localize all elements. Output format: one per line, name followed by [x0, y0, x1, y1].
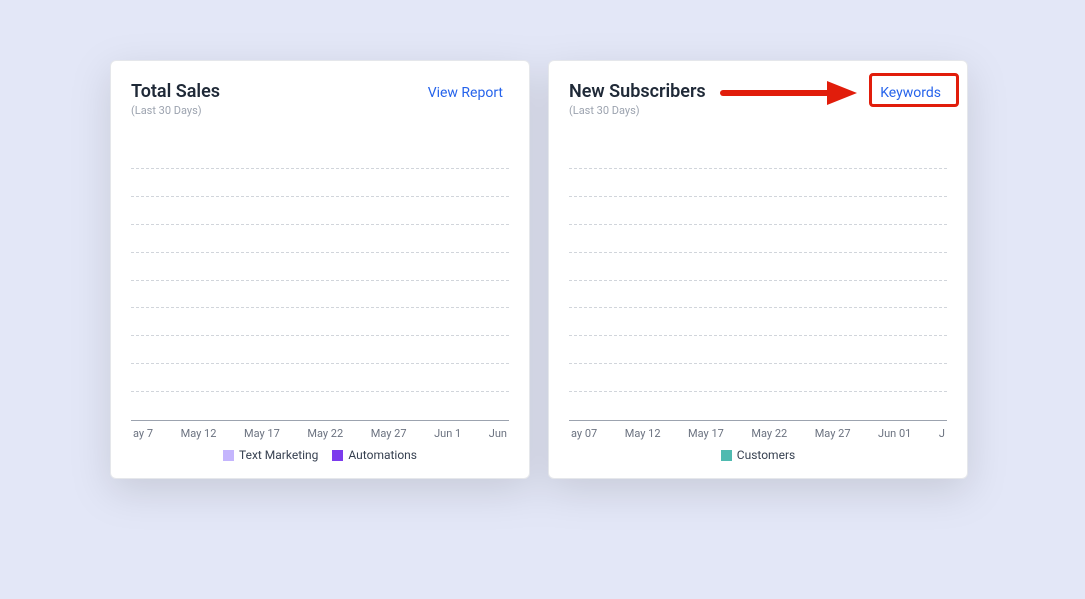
card-header: Total Sales (Last 30 Days) View Report — [131, 81, 509, 117]
view-report-link[interactable]: View Report — [422, 81, 509, 105]
chart-total-sales — [131, 141, 509, 421]
card-title: Total Sales — [131, 81, 220, 102]
legend-label: Automations — [348, 448, 417, 462]
swatch-text-marketing — [223, 450, 234, 461]
legend-automations: Automations — [332, 448, 417, 462]
swatch-customers — [721, 450, 732, 461]
card-title: New Subscribers — [569, 81, 706, 102]
keywords-link[interactable]: Keywords — [874, 81, 947, 105]
card-new-subscribers: New Subscribers (Last 30 Days) Keywords … — [548, 60, 968, 479]
chart-new-subscribers — [569, 141, 947, 421]
card-subtitle: (Last 30 Days) — [131, 104, 220, 117]
dashboard-cards: Total Sales (Last 30 Days) View Report a… — [110, 60, 975, 479]
legend-subs: Customers — [569, 448, 947, 462]
legend-customers: Customers — [721, 448, 795, 462]
card-total-sales: Total Sales (Last 30 Days) View Report a… — [110, 60, 530, 479]
x-axis-subs: ay 07May 12May 17May 22May 27Jun 01J — [569, 427, 947, 440]
legend-text-marketing: Text Marketing — [223, 448, 318, 462]
legend-sales: Text Marketing Automations — [131, 448, 509, 462]
legend-label: Text Marketing — [239, 448, 318, 462]
card-subtitle: (Last 30 Days) — [569, 104, 706, 117]
legend-label: Customers — [737, 448, 795, 462]
x-axis-sales: ay 7May 12May 17May 22May 27Jun 1Jun — [131, 427, 509, 440]
title-block: New Subscribers (Last 30 Days) — [569, 81, 706, 117]
card-header: New Subscribers (Last 30 Days) Keywords — [569, 81, 947, 117]
title-block: Total Sales (Last 30 Days) — [131, 81, 220, 117]
swatch-automations — [332, 450, 343, 461]
